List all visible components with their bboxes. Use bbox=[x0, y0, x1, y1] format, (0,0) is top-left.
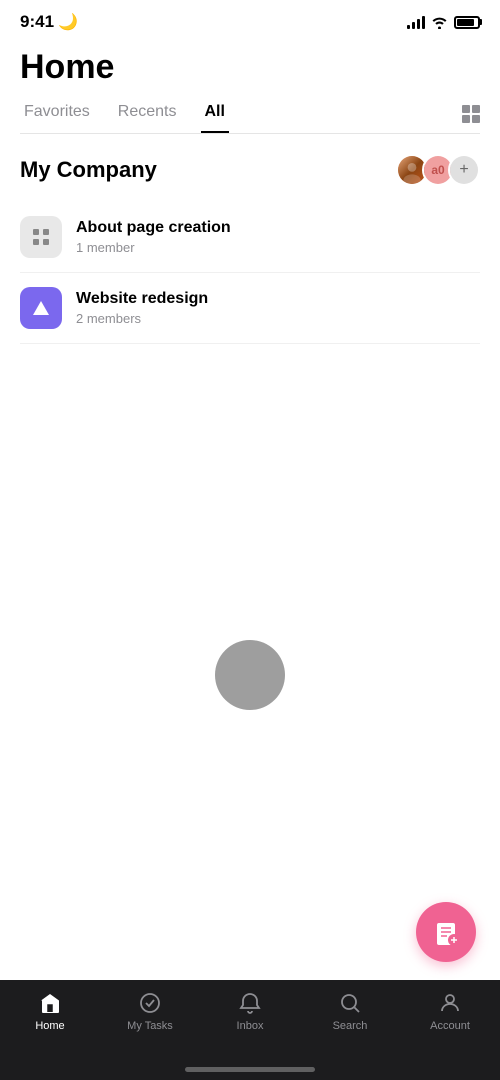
check-circle-icon bbox=[137, 990, 163, 1016]
nav-my-tasks[interactable]: My Tasks bbox=[100, 990, 200, 1032]
nav-home[interactable]: Home bbox=[0, 990, 100, 1032]
nav-inbox[interactable]: Inbox bbox=[200, 990, 300, 1032]
avatar-add-button[interactable]: + bbox=[448, 154, 480, 186]
home-icon bbox=[37, 990, 63, 1016]
nav-home-label: Home bbox=[35, 1020, 64, 1032]
person-icon bbox=[437, 990, 463, 1016]
search-icon bbox=[337, 990, 363, 1016]
project-icon-website bbox=[20, 287, 62, 329]
project-name-about: About page creation bbox=[76, 219, 480, 237]
nav-search[interactable]: Search bbox=[300, 990, 400, 1032]
nav-my-tasks-label: My Tasks bbox=[127, 1020, 173, 1032]
company-avatars: a0 + bbox=[396, 154, 480, 186]
home-indicator bbox=[185, 1067, 315, 1072]
fab-new-task[interactable] bbox=[416, 902, 476, 962]
tab-recents[interactable]: Recents bbox=[114, 103, 181, 133]
nav-search-label: Search bbox=[333, 1020, 368, 1032]
nav-account[interactable]: Account bbox=[400, 990, 500, 1032]
project-members-about: 1 member bbox=[76, 240, 480, 255]
project-info-about: About page creation 1 member bbox=[76, 219, 480, 255]
moon-icon: 🌙 bbox=[58, 12, 78, 32]
nav-inbox-label: Inbox bbox=[237, 1020, 264, 1032]
signal-icon bbox=[407, 15, 425, 29]
project-item-website[interactable]: Website redesign 2 members bbox=[20, 273, 480, 344]
company-header: My Company bbox=[20, 134, 480, 202]
status-bar: 9:41 🌙 bbox=[0, 0, 500, 38]
nav-account-label: Account bbox=[430, 1020, 470, 1032]
project-icon-about bbox=[20, 216, 62, 258]
status-icons bbox=[407, 15, 480, 29]
tab-favorites[interactable]: Favorites bbox=[20, 103, 94, 133]
tabs-bar: Favorites Recents All bbox=[20, 103, 480, 134]
fab-icon bbox=[433, 919, 459, 945]
project-info-website: Website redesign 2 members bbox=[76, 290, 480, 326]
header: Home Favorites Recents All bbox=[0, 38, 500, 134]
bell-icon bbox=[237, 990, 263, 1016]
project-item-about[interactable]: About page creation 1 member bbox=[20, 202, 480, 273]
project-members-website: 2 members bbox=[76, 311, 480, 326]
status-time: 9:41 bbox=[20, 12, 54, 32]
project-name-website: Website redesign bbox=[76, 290, 480, 308]
grid-icon bbox=[462, 105, 480, 123]
company-name: My Company bbox=[20, 157, 157, 183]
grid-toggle-button[interactable] bbox=[462, 105, 480, 131]
page-title: Home bbox=[20, 48, 480, 87]
bottom-nav: Home My Tasks Inbox Search bbox=[0, 980, 500, 1080]
floating-circle bbox=[215, 640, 285, 710]
content-area: My Company bbox=[0, 134, 500, 344]
battery-icon bbox=[454, 16, 480, 29]
wifi-icon bbox=[431, 16, 448, 29]
tab-all[interactable]: All bbox=[201, 103, 229, 133]
